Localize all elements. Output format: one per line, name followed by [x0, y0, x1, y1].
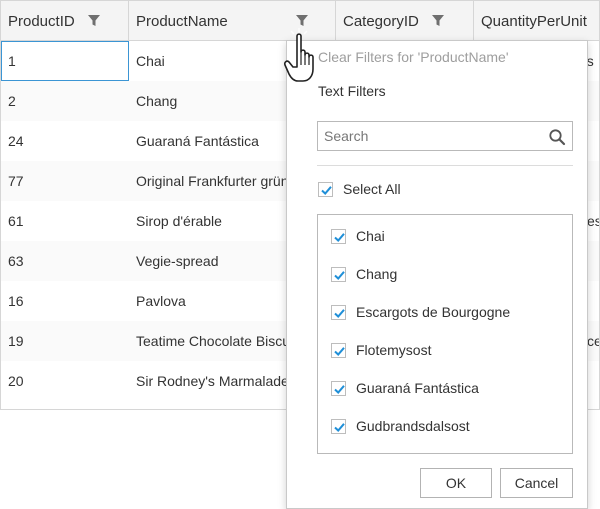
- cell-productid[interactable]: 1: [1, 41, 129, 81]
- column-header-quantityperunit[interactable]: QuantityPerUnit: [474, 1, 599, 41]
- column-header-productid[interactable]: ProductID: [1, 1, 129, 41]
- select-all-checkbox[interactable]: Select All: [318, 178, 401, 198]
- column-header-productname[interactable]: ProductName: [129, 1, 336, 41]
- checkmark-icon: [334, 346, 345, 356]
- filter-icon[interactable]: [88, 15, 100, 27]
- checkbox[interactable]: [331, 418, 346, 434]
- cell-productname[interactable]: Guaraná Fantástica: [129, 121, 289, 161]
- checkbox[interactable]: [318, 181, 333, 197]
- text-filters-menu-item[interactable]: Text Filters: [318, 83, 386, 99]
- checkmark-icon: [334, 422, 345, 432]
- column-header-label: QuantityPerUnit: [481, 13, 587, 30]
- checkbox[interactable]: [331, 266, 346, 282]
- divider: [317, 165, 573, 166]
- checkmark-icon: [334, 308, 345, 318]
- ok-button[interactable]: OK: [420, 468, 492, 498]
- column-header-label: ProductID: [8, 13, 75, 30]
- list-item[interactable]: Flotemysost: [318, 330, 572, 368]
- cell-productname[interactable]: Teatime Chocolate Biscuits: [129, 321, 289, 361]
- checkmark-icon: [334, 270, 345, 280]
- cell-productname[interactable]: Sir Rodney's Marmalade: [129, 361, 289, 401]
- search-box: [317, 121, 573, 151]
- list-item-partial[interactable]: [318, 444, 572, 453]
- cell-productid[interactable]: 20: [1, 361, 129, 401]
- search-icon: [548, 128, 566, 146]
- checkmark-icon: [321, 185, 332, 195]
- cell-productid[interactable]: 77: [1, 161, 129, 201]
- list-item[interactable]: Chang: [318, 254, 572, 292]
- filter-icon[interactable]: [296, 15, 308, 27]
- cell-productname[interactable]: Chai: [129, 41, 289, 81]
- list-item-label: Escargots de Bourgogne: [356, 304, 511, 321]
- column-header-categoryid[interactable]: CategoryID: [336, 1, 474, 41]
- clear-filters-menu-item[interactable]: Clear Filters for 'ProductName': [318, 49, 509, 65]
- filter-values-list[interactable]: Chai Chang Escargots de Bourgogne Flotem…: [317, 214, 573, 454]
- grid-header-row: ProductID ProductName CategoryID Quantit…: [1, 1, 599, 41]
- cell-productid[interactable]: 2: [1, 81, 129, 121]
- cell-productid[interactable]: 61: [1, 201, 129, 241]
- list-item-label: Chang: [356, 266, 398, 283]
- cell-productid[interactable]: 16: [1, 281, 129, 321]
- list-item-label: Flotemysost: [356, 342, 432, 359]
- checkmark-icon: [334, 232, 345, 242]
- list-item-label: Gudbrandsdalsost: [356, 418, 470, 435]
- cell-productname[interactable]: Pavlova: [129, 281, 289, 321]
- column-header-label: ProductName: [136, 13, 228, 30]
- cell-productid[interactable]: 24: [1, 121, 129, 161]
- cell-quantityperunit[interactable]: ce: [587, 321, 599, 361]
- column-header-label: CategoryID: [343, 13, 419, 30]
- list-item-label: Chai: [356, 228, 385, 245]
- list-item-label: Guaraná Fantástica: [356, 380, 479, 397]
- select-all-label: Select All: [343, 181, 401, 198]
- cancel-button[interactable]: Cancel: [500, 468, 573, 498]
- checkbox[interactable]: [331, 304, 346, 320]
- checkbox[interactable]: [331, 228, 346, 244]
- cell-quantityperunit[interactable]: es: [587, 201, 599, 241]
- cell-productname[interactable]: Chang: [129, 81, 289, 121]
- cell-productid[interactable]: 19: [1, 321, 129, 361]
- list-item[interactable]: Chai: [318, 216, 572, 254]
- list-item[interactable]: Gudbrandsdalsost: [318, 406, 572, 444]
- cell-productname[interactable]: Original Frankfurter grün: [129, 161, 289, 201]
- checkbox[interactable]: [331, 342, 346, 358]
- list-item[interactable]: Guaraná Fantástica: [318, 368, 572, 406]
- cell-productname[interactable]: Vegie-spread: [129, 241, 289, 281]
- filter-dropdown: Clear Filters for 'ProductName' Text Fil…: [286, 40, 588, 509]
- cell-productid[interactable]: 63: [1, 241, 129, 281]
- checkmark-icon: [334, 384, 345, 394]
- cell-productname[interactable]: Sirop d'érable: [129, 201, 289, 241]
- checkbox[interactable]: [331, 380, 346, 396]
- search-input[interactable]: [318, 122, 544, 150]
- filter-icon[interactable]: [432, 15, 444, 27]
- list-item[interactable]: Escargots de Bourgogne: [318, 292, 572, 330]
